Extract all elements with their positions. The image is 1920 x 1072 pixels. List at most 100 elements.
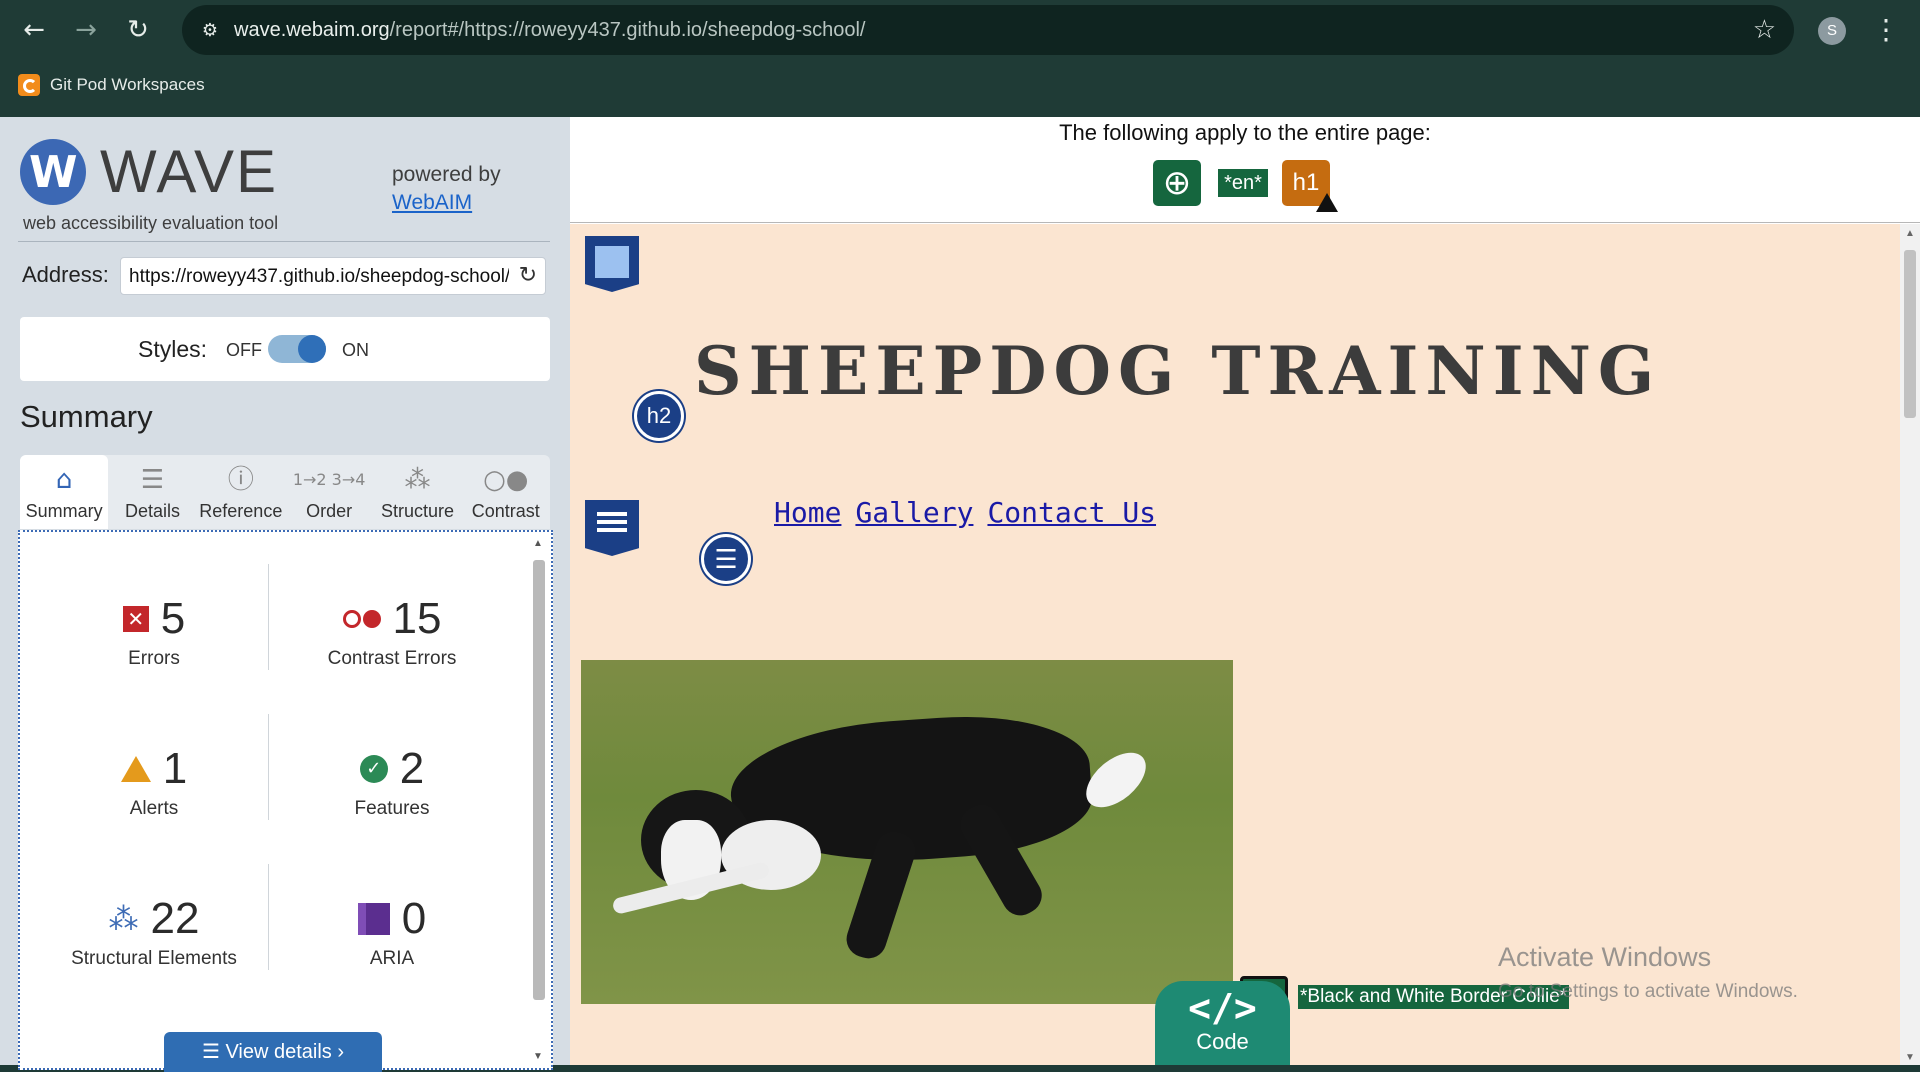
nav-contact-link[interactable]: Contact Us [987, 496, 1156, 529]
bookmark-gitpod[interactable]: Git Pod Workspaces [18, 72, 205, 98]
errors-label: Errors [128, 648, 180, 669]
forward-arrow-icon[interactable]: → [66, 10, 106, 50]
tab-label: Structure [380, 501, 454, 521]
stat-features[interactable]: ✓ 2 Features [282, 744, 502, 820]
styles-toggle-panel: Styles: OFF ON [20, 317, 550, 381]
tab-details[interactable]: ☰ Details [108, 455, 196, 529]
scroll-down-icon[interactable]: ▼ [1905, 1052, 1915, 1063]
alerts-label: Alerts [129, 798, 179, 819]
wave-sidebar: WAVE web accessibility evaluation tool p… [0, 117, 570, 1072]
features-label: Features [354, 798, 430, 819]
address-bar[interactable]: ⚙ wave.webaim.org/report#/https://roweyy… [182, 5, 1794, 55]
scroll-thumb[interactable] [533, 560, 545, 1000]
aria-count: 0 [401, 894, 427, 943]
stat-structure[interactable]: ⁂ 22 Structural Elements [44, 894, 264, 970]
tab-reference[interactable]: ⓘ Reference [197, 455, 285, 529]
divider [268, 864, 269, 970]
page-preview: The following apply to the entire page: … [570, 117, 1920, 1065]
contrast-icon: ○● [483, 465, 529, 495]
address-label: Address: [22, 262, 109, 287]
tab-summary[interactable]: ⌂ Summary [20, 455, 109, 529]
view-details-label: View details › [225, 1041, 345, 1063]
alert-icon [120, 756, 151, 782]
home-icon: ⌂ [55, 465, 73, 495]
panel-scrollbar[interactable]: ▲ ▼ [531, 538, 547, 1062]
tab-label: Order [306, 501, 353, 521]
language-badge[interactable]: *en* [1218, 169, 1268, 197]
back-arrow-icon[interactable]: ← [14, 10, 54, 50]
structure-label: Structural Elements [71, 948, 237, 969]
tab-label: Details [124, 501, 180, 521]
styles-off-label: OFF [226, 340, 262, 360]
header-region-icon[interactable] [585, 236, 639, 292]
info-icon: ⓘ [227, 465, 254, 495]
styles-label: Styles: [138, 336, 208, 362]
toggle-knob [298, 335, 326, 363]
styles-toggle[interactable] [268, 335, 326, 363]
scroll-down-icon[interactable]: ▼ [533, 1051, 543, 1062]
profile-avatar[interactable]: S [1818, 17, 1846, 45]
contrast-error-icon [342, 610, 381, 628]
structure-icon: ⁂ [404, 465, 431, 495]
tab-label: Summary [25, 501, 103, 521]
alerts-count: 1 [162, 744, 188, 793]
windows-activation-watermark: Activate Windows Go to Settings to activ… [1498, 942, 1798, 1003]
h2-badge[interactable]: h2 [634, 391, 684, 441]
h1-label: h1 [1292, 169, 1320, 196]
reload-icon[interactable]: ↻ [118, 10, 158, 50]
webaim-link[interactable]: WebAIM [392, 189, 501, 217]
stat-alerts[interactable]: 1 Alerts [44, 744, 264, 820]
site-settings-icon[interactable]: ⚙ [196, 16, 224, 44]
scroll-up-icon[interactable]: ▲ [533, 538, 543, 549]
wave-subtitle: web accessibility evaluation tool [23, 213, 279, 233]
list-icon: ☰ [140, 465, 165, 495]
structure-icon: ⁂ [108, 901, 139, 937]
tab-label: Contrast [471, 501, 540, 521]
warning-icon [1316, 193, 1338, 212]
summary-panel: ✕ 5 Errors 15 Contrast Errors 1 Alerts ✓ 2… [18, 530, 553, 1072]
code-label: Code [1196, 1029, 1249, 1054]
bookmark-star-icon[interactable]: ☆ [1753, 15, 1776, 45]
tab-contrast[interactable]: ○● Contrast [462, 455, 550, 529]
aria-icon [357, 903, 390, 935]
address-input[interactable]: https://roweyy437.github.io/sheepdog-sch… [120, 257, 546, 295]
tab-structure[interactable]: ⁂ Structure [373, 455, 461, 529]
contrast-label: Contrast Errors [327, 648, 457, 669]
errors-count: 5 [160, 594, 186, 643]
wave-title: WAVE [100, 138, 279, 205]
bookmark-label: Git Pod Workspaces [50, 75, 205, 94]
powered-by-text: powered by [392, 163, 501, 186]
code-icon: </> [1188, 986, 1257, 1030]
code-toggle-button[interactable]: </> Code [1155, 981, 1290, 1065]
refresh-icon[interactable]: ↻ [519, 263, 537, 288]
divider [18, 241, 550, 242]
browser-toolbar: ← → ↻ ⚙ wave.webaim.org/report#/https://… [0, 0, 1920, 117]
nav-home-link[interactable]: Home [774, 496, 841, 529]
nav-gallery-link[interactable]: Gallery [855, 496, 973, 529]
site-title: SHEEPDOG TRAINING [694, 332, 1662, 410]
scroll-thumb[interactable] [1904, 250, 1916, 418]
border-collie-image [581, 660, 1233, 1004]
page-scrollbar[interactable]: ▲ ▼ [1900, 224, 1920, 1065]
contrast-count: 15 [392, 594, 442, 643]
list-icon: ☰ [201, 1041, 226, 1063]
powered-by: powered by WebAIM [392, 161, 501, 217]
globe-icon[interactable]: ⊕ [1153, 160, 1201, 206]
navigation-region-icon[interactable] [585, 500, 639, 556]
unordered-list-icon[interactable]: ☰ [701, 534, 751, 584]
scroll-up-icon[interactable]: ▲ [1905, 228, 1915, 239]
gitpod-icon [18, 74, 40, 96]
menu-kebab-icon[interactable]: ⋮ [1872, 12, 1900, 48]
tab-order[interactable]: 1→2 3→4 Order [285, 455, 373, 529]
stat-aria[interactable]: 0 ARIA [282, 894, 502, 970]
url-text: wave.webaim.org/report#/https://roweyy43… [234, 19, 866, 41]
error-icon: ✕ [122, 606, 149, 632]
structure-count: 22 [150, 894, 200, 943]
stat-errors[interactable]: ✕ 5 Errors [44, 594, 264, 670]
site-navigation: Home Gallery Contact Us [774, 496, 1156, 529]
h1-alert-badge[interactable]: h1 [1282, 160, 1338, 212]
banner-text: The following apply to the entire page: [1059, 120, 1431, 145]
divider [268, 564, 269, 670]
view-details-button[interactable]: ☰ View details › [164, 1032, 382, 1072]
stat-contrast[interactable]: 15 Contrast Errors [282, 594, 502, 670]
